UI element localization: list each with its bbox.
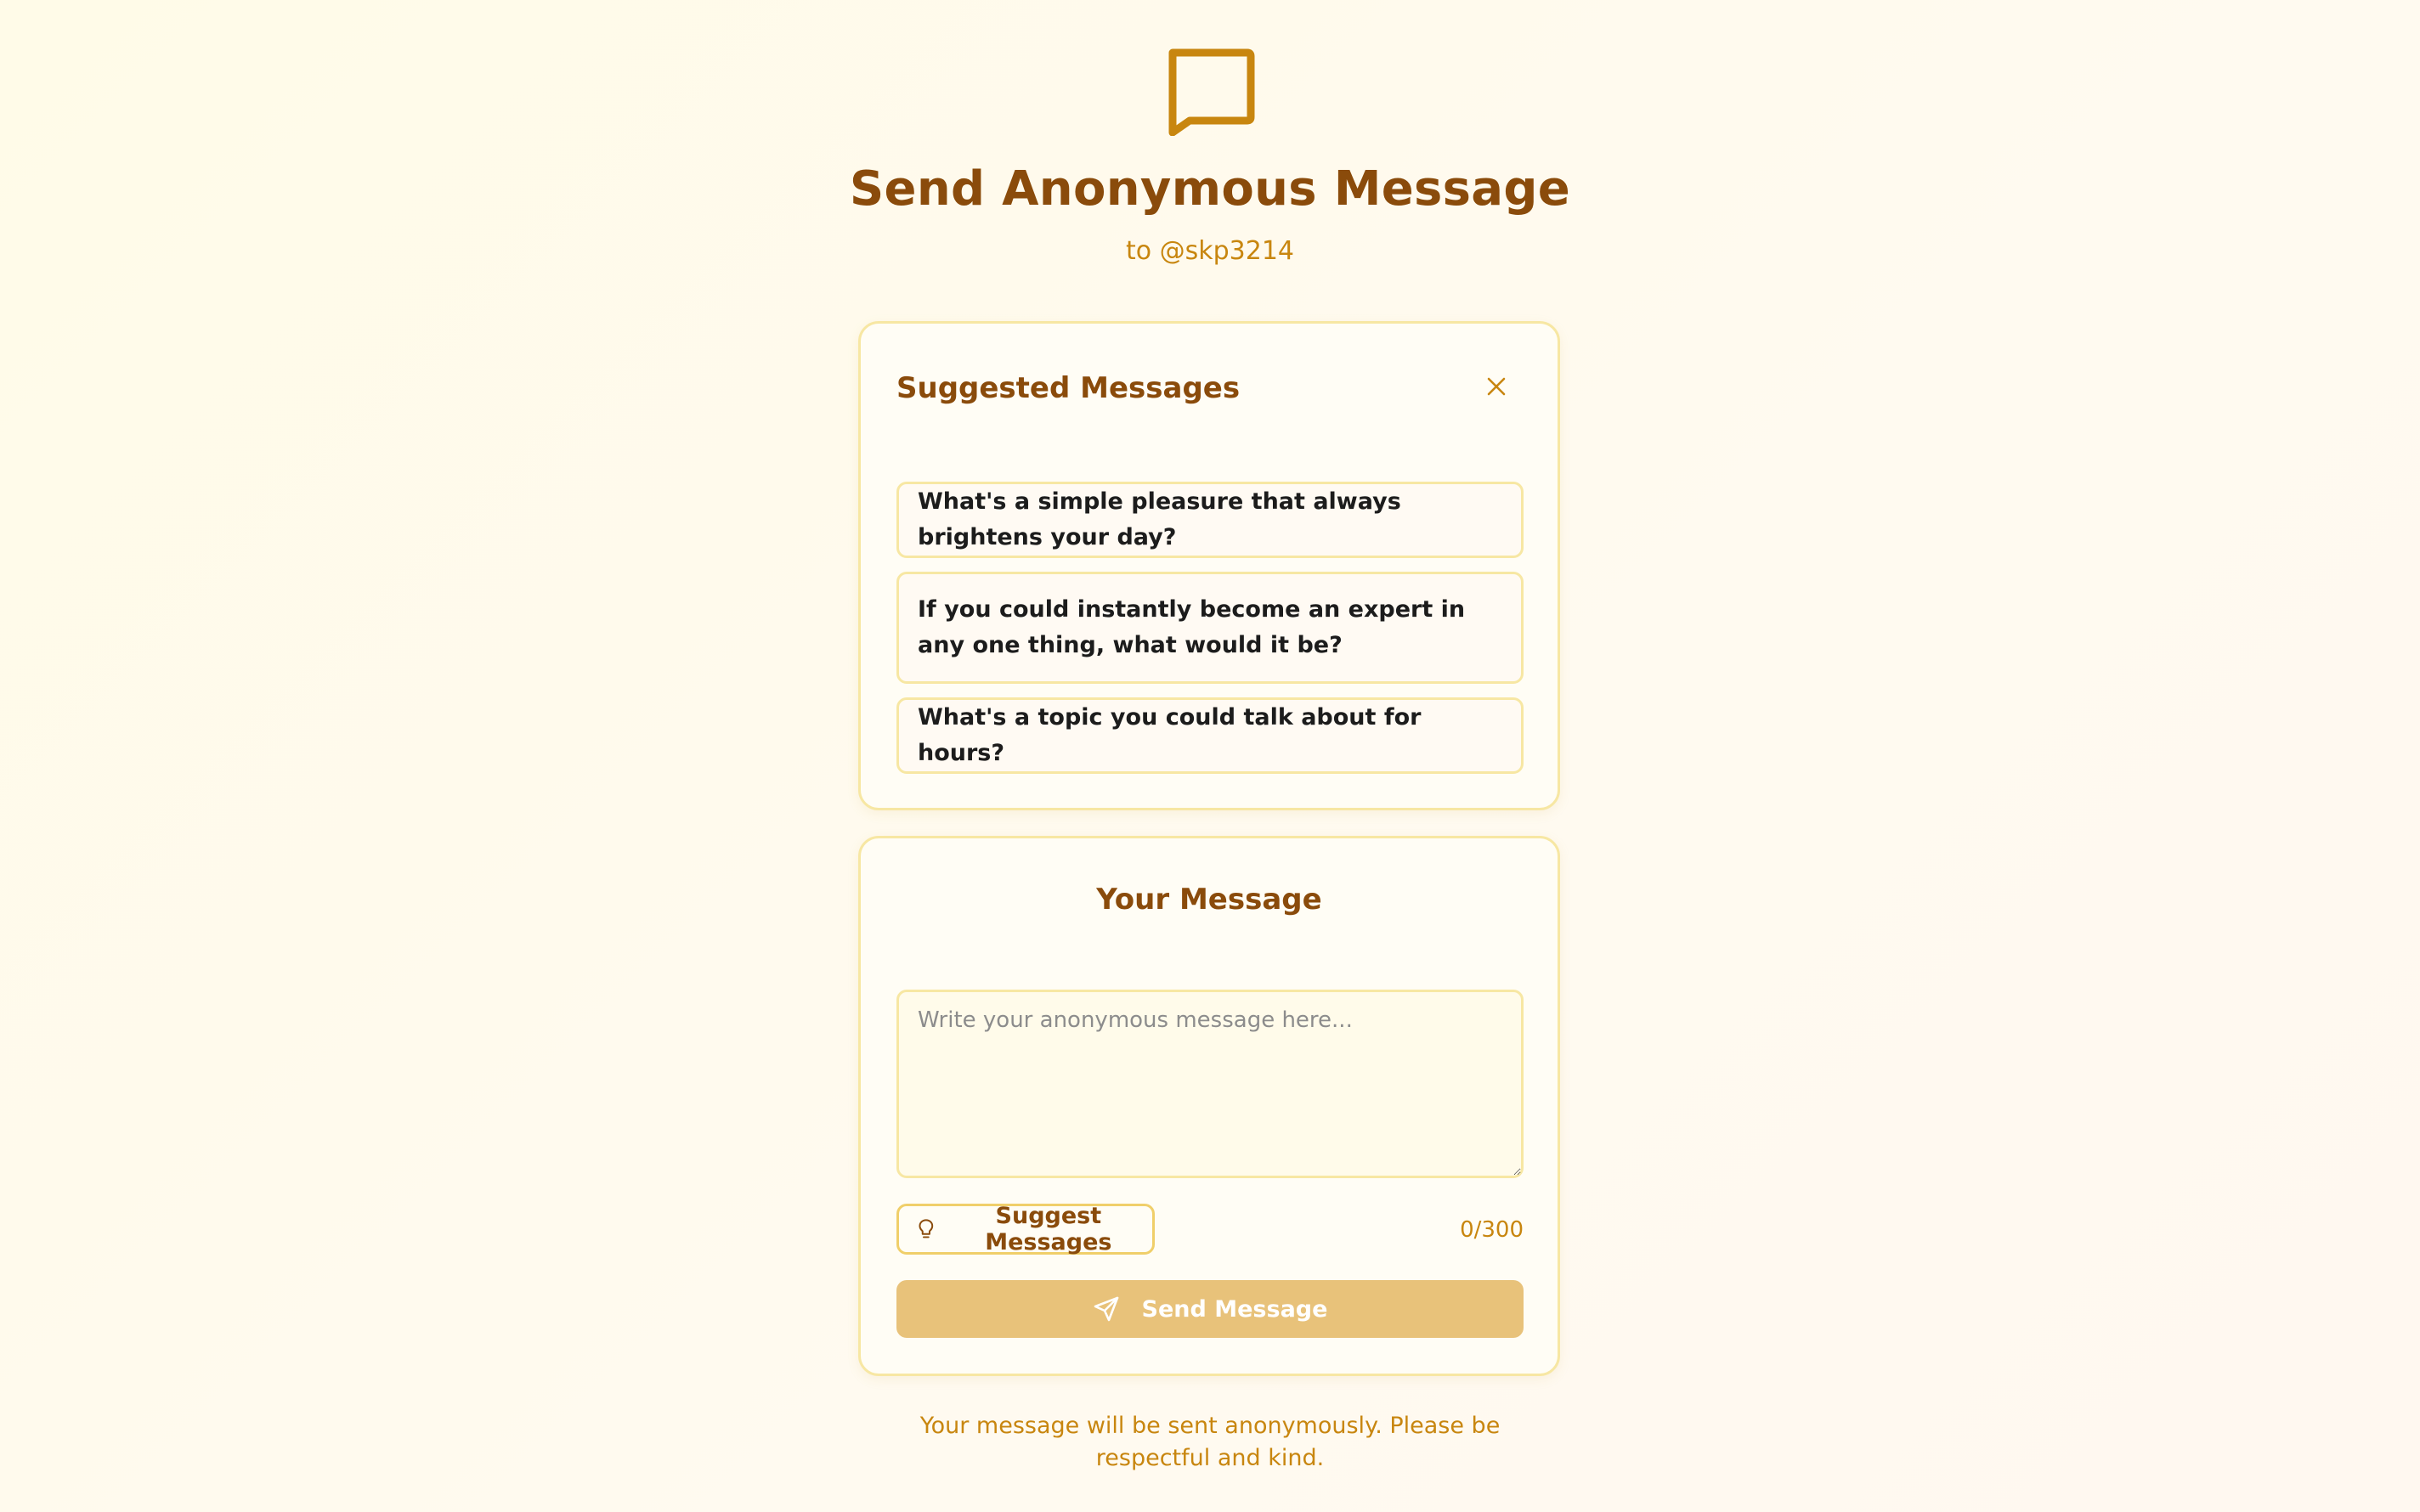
lightbulb-icon bbox=[919, 1219, 934, 1238]
suggested-messages-card: Suggested Messages What's a simple pleas… bbox=[858, 321, 1560, 810]
message-square-icon bbox=[1168, 48, 1255, 136]
send-message-label: Send Message bbox=[1141, 1295, 1328, 1323]
recipient-subtitle: to @skp3214 bbox=[1125, 236, 1295, 266]
message-card: Your Message Suggest Messages 0/300 Send… bbox=[858, 836, 1560, 1376]
suggested-messages-title: Suggested Messages bbox=[896, 371, 1241, 405]
suggest-messages-button[interactable]: Suggest Messages bbox=[896, 1203, 1155, 1255]
anonymity-notice: Your message will be sent anonymously. P… bbox=[919, 1413, 1501, 1471]
suggested-message-item[interactable]: If you could instantly become an expert … bbox=[896, 572, 1524, 684]
close-icon bbox=[1487, 377, 1506, 396]
close-suggestions-button[interactable] bbox=[1478, 368, 1515, 405]
message-textarea[interactable] bbox=[896, 990, 1524, 1178]
suggested-message-item[interactable]: What's a topic you could talk about for … bbox=[896, 697, 1524, 774]
page-title: Send Anonymous Message bbox=[849, 161, 1571, 217]
suggested-message-item[interactable]: What's a simple pleasure that always bri… bbox=[896, 482, 1524, 558]
send-message-button[interactable]: Send Message bbox=[896, 1280, 1524, 1338]
send-icon bbox=[1094, 1296, 1118, 1322]
suggest-messages-label: Suggest Messages bbox=[985, 1203, 1112, 1255]
message-card-title: Your Message bbox=[1096, 883, 1322, 917]
character-count: 0/300 bbox=[1460, 1217, 1524, 1243]
page: Send Anonymous Message to @skp3214 Sugge… bbox=[0, 0, 2420, 1512]
